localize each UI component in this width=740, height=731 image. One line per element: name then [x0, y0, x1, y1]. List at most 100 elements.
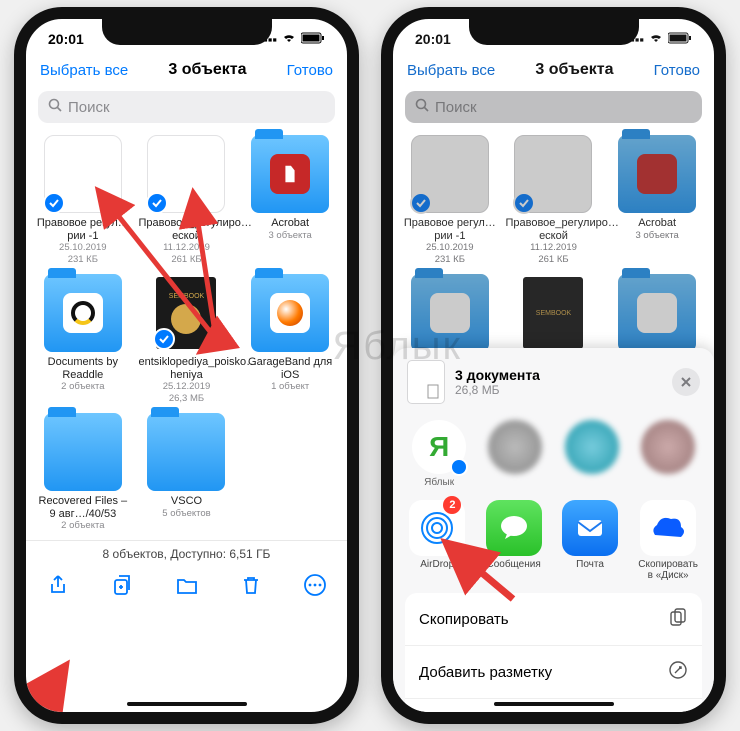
file-item[interactable]: Правовое_регулиро…еской11.12.2019261 КБ [503, 133, 605, 268]
battery-icon [668, 32, 692, 47]
folder-count: 3 объекта [268, 230, 311, 242]
folder-count: 1 объект [271, 381, 309, 393]
action-markup[interactable]: Добавить разметку [405, 646, 702, 699]
search-field[interactable]: Поиск [405, 91, 702, 123]
action-copy[interactable]: Скопировать [405, 593, 702, 646]
nav-bar: Выбрать все 3 объекта Готово [26, 59, 347, 87]
search-placeholder: Поиск [68, 99, 110, 116]
done-button[interactable]: Готово [654, 62, 700, 79]
airdrop-contact[interactable] [485, 420, 545, 488]
folder-item[interactable]: Recovered Files – 9 авг…/40/53 2 объекта [32, 411, 134, 534]
folder-thumb [251, 135, 329, 213]
folder-name: Acrobat [271, 217, 309, 230]
home-indicator [494, 702, 614, 706]
search-placeholder: Поиск [435, 99, 477, 116]
file-grid: Правовое регул…рии -125.10.2019231 КБ Пр… [393, 131, 714, 356]
file-date: 25.10.2019 [59, 242, 107, 254]
watermark: Яблык [332, 324, 462, 369]
nav-title: 3 объекта [168, 61, 246, 79]
messages-app[interactable]: Сообщения [485, 500, 541, 581]
duplicate-icon[interactable] [110, 573, 134, 597]
app-label: AirDrop [420, 559, 454, 570]
yandex-disk-app[interactable]: Скопировать в «Диск» [638, 500, 698, 581]
airdrop-people-row: Я Яблык [405, 412, 702, 496]
folder-name: GarageBand для iOS [242, 356, 338, 381]
folder-item[interactable]: Acrobat 3 объекта [239, 133, 341, 268]
folder-count: 2 объекта [61, 520, 104, 532]
home-indicator [127, 702, 247, 706]
bottom-toolbar [26, 567, 347, 607]
select-all-button[interactable]: Выбрать все [40, 62, 128, 79]
folder-item[interactable]: Acrobat3 объекта [606, 133, 708, 268]
search-icon [48, 98, 62, 116]
file-item[interactable]: Правовое регул…рии -1 25.10.2019 231 КБ [32, 133, 134, 268]
notch [469, 19, 639, 45]
search-icon [415, 98, 429, 116]
airdrop-contact[interactable] [562, 420, 622, 488]
folder-name: Documents by Readdle [35, 356, 131, 381]
selected-check-icon [146, 192, 168, 214]
nav-bar: Выбрать все 3 объекта Готово [393, 59, 714, 87]
share-apps-row: 2 AirDrop Сообщения Почта Скопировать в … [405, 496, 702, 589]
done-button[interactable]: Готово [287, 62, 333, 79]
search-field[interactable]: Поиск [38, 91, 335, 123]
sheet-title: 3 документа [455, 367, 540, 383]
wifi-icon [281, 32, 297, 47]
folder-item[interactable]: Documents by Readdle 2 объекта [32, 272, 134, 407]
document-thumb [44, 135, 122, 213]
mail-app[interactable]: Почта [562, 500, 618, 581]
file-item[interactable]: SEMBOOK entsiklopediya_poisko…heniya 25.… [136, 272, 238, 407]
folder-thumb [147, 413, 225, 491]
folder-count: 2 объекта [61, 381, 104, 393]
folder-item[interactable] [606, 272, 708, 354]
folder-name: VSCO [171, 495, 202, 508]
nav-title: 3 объекта [535, 61, 613, 79]
folder-name: Recovered Files – 9 авг…/40/53 [35, 495, 131, 520]
share-icon[interactable] [46, 573, 70, 597]
folder-thumb [44, 274, 122, 352]
file-item[interactable]: SEMBOOK [503, 272, 605, 354]
folder-item[interactable]: VSCO 5 объектов [136, 411, 238, 534]
more-icon[interactable] [303, 573, 327, 597]
folder-item[interactable]: GarageBand для iOS 1 объект [239, 272, 341, 407]
select-all-button[interactable]: Выбрать все [407, 62, 495, 79]
file-item[interactable]: Правовое_регулиро…еской 11.12.2019 261 К… [136, 133, 238, 268]
trash-icon[interactable] [239, 573, 263, 597]
folder-count: 5 объектов [162, 508, 210, 520]
document-thumb: SEMBOOK [147, 274, 225, 352]
selected-check-icon [43, 192, 65, 214]
file-grid: Правовое регул…рии -1 25.10.2019 231 КБ … [26, 131, 347, 536]
file-name: entsiklopediya_poisko…heniya [138, 356, 234, 381]
share-sheet: 3 документа 26,8 МБ Я Яблык 2 AirDrop [393, 348, 714, 712]
action-label: Скопировать [419, 611, 509, 628]
footer-info: 8 объектов, Доступно: 6,51 ГБ [26, 540, 347, 567]
phone-left: 20:01 ▪▪▪▪ Выбрать все 3 объекта Готово … [14, 7, 359, 724]
airdrop-contact[interactable]: Я Яблык [409, 420, 469, 488]
status-time: 20:01 [48, 31, 84, 47]
markup-icon [668, 660, 688, 684]
folder-thumb [251, 274, 329, 352]
file-date: 11.12.2019 [163, 242, 210, 254]
contact-label: Яблык [424, 477, 454, 488]
app-label: Сообщения [486, 559, 540, 570]
action-label: Напечатать [419, 713, 499, 724]
sheet-subtitle: 26,8 МБ [455, 383, 540, 397]
file-item[interactable]: Правовое регул…рии -125.10.2019231 КБ [399, 133, 501, 268]
document-thumb [147, 135, 225, 213]
close-button[interactable] [672, 368, 700, 396]
file-size: 26,3 МБ [169, 393, 204, 405]
file-size: 231 КБ [68, 254, 98, 266]
file-date: 25.12.2019 [163, 381, 211, 393]
airdrop-app[interactable]: 2 AirDrop [409, 500, 465, 581]
folder-thumb [44, 413, 122, 491]
wifi-icon [648, 32, 664, 47]
notch [102, 19, 272, 45]
move-folder-icon[interactable] [175, 573, 199, 597]
battery-icon [301, 32, 325, 47]
file-name: Правовое_регулиро…еской [138, 217, 234, 242]
app-label: Скопировать в «Диск» [638, 559, 698, 581]
file-size: 261 КБ [171, 254, 201, 266]
airdrop-contact[interactable] [638, 420, 698, 488]
status-time: 20:01 [415, 31, 451, 47]
action-label: Добавить разметку [419, 664, 552, 681]
